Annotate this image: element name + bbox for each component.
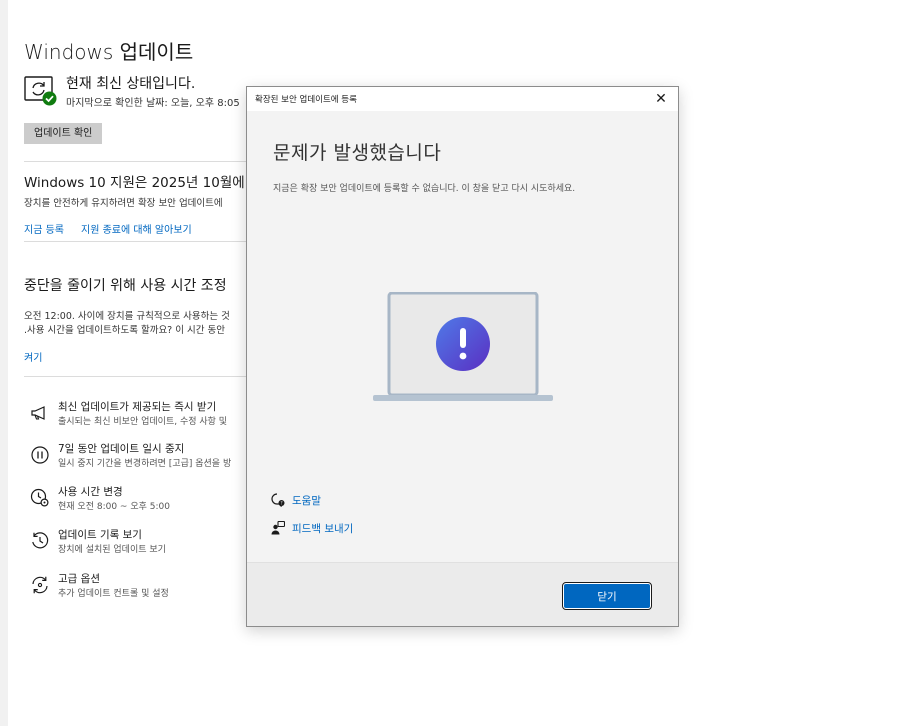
last-checked-text: 마지막으로 확인한 날짜: 오늘, 오후 8:05 (66, 98, 240, 109)
divider (24, 376, 246, 377)
clock-gear-icon (30, 488, 49, 507)
divider (24, 161, 246, 162)
dialog-title: 확장된 보안 업데이트에 등록 (255, 95, 357, 105)
esu-enrollment-dialog: 확장된 보안 업데이트에 등록 ✕ 문제가 발생했습니다 지금은 확장 보안 업… (246, 86, 679, 627)
option-title: 최신 업데이트가 제공되는 즉시 받기 (58, 401, 217, 413)
check-for-updates-button[interactable]: 업데이트 확인 (24, 123, 103, 144)
svg-text:?: ? (280, 501, 282, 506)
active-hours-description: .사용 시간을 업데이트하도록 할까요? 이 시간 동안 (24, 325, 225, 336)
option-subtitle: 추가 업데이트 컨트롤 및 설정 (58, 589, 169, 599)
option-change-active-hours[interactable]: 사용 시간 변경 현재 오전 8:00 ~ 오후 5:00 (30, 484, 246, 518)
megaphone-icon (31, 406, 45, 420)
learn-more-end-of-support-link[interactable]: 지원 종료에 대해 알아보기 (81, 221, 192, 236)
active-hours-title: 중단을 줄이기 위해 사용 시간 조정 (24, 278, 227, 294)
error-message: 지금은 확장 보안 업데이트에 등록할 수 없습니다. 이 창을 닫고 다시 시… (273, 184, 576, 194)
pause-icon (31, 446, 49, 464)
option-title: 7일 동안 업데이트 일시 중지 (58, 443, 185, 455)
option-subtitle: 장치에 설치된 업데이트 보기 (58, 545, 166, 555)
error-heading: 문제가 발생했습니다 (273, 142, 442, 164)
option-advanced-options[interactable]: 고급 옵션 추가 업데이트 컨트롤 및 설정 (30, 571, 246, 605)
laptop-alert-icon (373, 292, 553, 401)
window-left-edge (0, 0, 8, 726)
end-of-support-title: Windows 10 지원은 2025년 10월에 종 (24, 175, 262, 191)
option-subtitle: 현재 오전 8:00 ~ 오후 5:00 (58, 502, 170, 512)
history-icon (32, 532, 49, 549)
advanced-sync-icon (32, 576, 48, 594)
end-of-support-description: 장치를 안전하게 유지하려면 확장 보안 업데이트에 (24, 198, 223, 209)
help-link-label: 도움말 (292, 495, 321, 507)
page-title: Windows 업데이트 (24, 40, 194, 64)
option-get-latest-updates[interactable]: 최신 업데이트가 제공되는 즉시 받기 출시되는 최신 비보안 업데이트, 수정… (30, 399, 246, 433)
active-hours-description: 오전 12:00. 사이에 장치를 규칙적으로 사용하는 것 (24, 311, 230, 322)
option-title: 업데이트 기록 보기 (58, 529, 142, 541)
enroll-now-link[interactable]: 지금 등록 (24, 221, 64, 236)
option-pause-updates[interactable]: 7일 동안 업데이트 일시 중지 일시 중지 기간을 변경하려면 [고급] 옵션… (30, 441, 246, 475)
feedback-person-icon (271, 521, 285, 535)
close-icon[interactable]: ✕ (654, 91, 668, 107)
option-view-update-history[interactable]: 업데이트 기록 보기 장치에 설치된 업데이트 보기 (30, 527, 246, 561)
help-chat-icon: ? (271, 493, 285, 507)
divider (24, 241, 246, 242)
dialog-footer: 닫기 (247, 562, 678, 626)
option-subtitle: 일시 중지 기간을 변경하려면 [고급] 옵션을 방 (58, 459, 232, 469)
option-subtitle: 출시되는 최신 비보안 업데이트, 수정 사항 및 (58, 417, 228, 427)
turn-on-link[interactable]: 켜기 (24, 349, 42, 364)
status-title: 현재 최신 상태입니다. (66, 76, 196, 92)
send-feedback-label: 피드백 보내기 (292, 523, 354, 535)
option-title: 사용 시간 변경 (58, 486, 123, 498)
option-title: 고급 옵션 (58, 573, 100, 585)
sync-check-icon (24, 76, 57, 106)
dialog-titlebar: 확장된 보안 업데이트에 등록 ✕ (247, 87, 678, 111)
close-button[interactable]: 닫기 (562, 582, 652, 610)
